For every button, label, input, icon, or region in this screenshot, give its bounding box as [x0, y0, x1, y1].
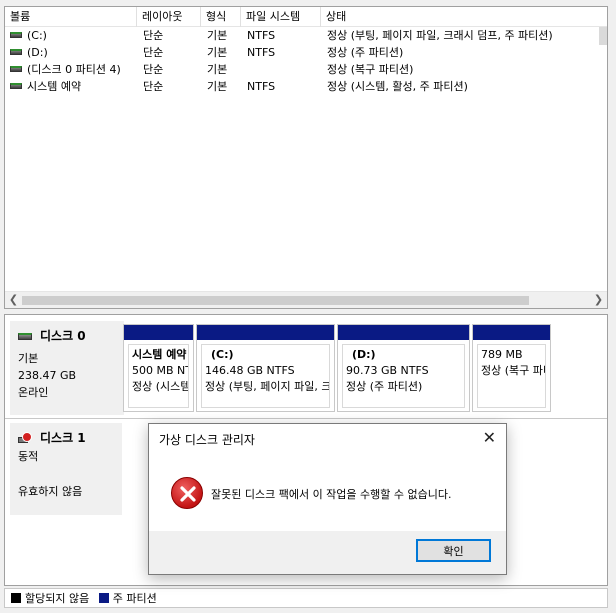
volume-name: (D:) — [27, 46, 48, 59]
volume-status: 정상 (시스템, 활성, 주 파티션) — [327, 80, 468, 93]
volume-filesystem: NTFS — [247, 29, 276, 42]
column-header-layout[interactable]: 레이아웃 — [137, 7, 201, 27]
drive-icon — [10, 49, 22, 55]
dialog-title: 가상 디스크 관리자 — [159, 433, 255, 447]
volume-row[interactable]: (C:) 단순 기본 NTFS 정상 (부팅, 페이지 파일, 크래시 덤프, … — [5, 27, 607, 44]
disk-0-info[interactable]: 디스크 0 기본 238.47 GB 온라인 — [10, 321, 124, 415]
primary-partition-bar — [197, 325, 334, 340]
close-icon[interactable]: ✕ — [483, 428, 496, 447]
legend-label: 할당되지 않음 — [25, 592, 90, 605]
invalid-disk-icon — [18, 432, 32, 445]
partition-status: 정상 (복구 파티션) — [481, 364, 545, 377]
chevron-right-icon[interactable]: ❯ — [590, 292, 607, 309]
volume-filesystem: NTFS — [247, 80, 276, 93]
volume-type: 기본 — [207, 63, 228, 76]
volume-layout: 단순 — [143, 80, 164, 93]
partition-status: 정상 (시스템, 활성, 주 파티션) — [132, 380, 188, 393]
volume-name: 시스템 예약 — [27, 80, 82, 93]
legend-swatch-unallocated — [11, 593, 21, 603]
drive-icon — [10, 83, 22, 89]
horizontal-scrollbar[interactable]: ❮ ❯ — [5, 291, 607, 308]
volume-layout: 단순 — [143, 63, 164, 76]
partition-name: (C:) — [211, 348, 234, 361]
disk-title: 디스크 1 — [40, 431, 86, 445]
disk-state: 유효하지 않음 — [18, 485, 83, 498]
disk-kind: 동적 — [18, 450, 39, 463]
column-header-type[interactable]: 형식 — [201, 7, 241, 27]
drive-icon — [10, 66, 22, 72]
partition-size: 90.73 GB NTFS — [346, 364, 429, 377]
error-icon — [171, 477, 203, 509]
drive-icon — [10, 32, 22, 38]
volume-type: 기본 — [207, 46, 228, 59]
primary-partition-bar — [338, 325, 469, 340]
partition-status: 정상 (주 파티션) — [346, 380, 423, 393]
scrollbar-thumb[interactable] — [22, 296, 529, 305]
partition-name: (D:) — [352, 348, 376, 361]
volume-name: (C:) — [27, 29, 47, 42]
disk-size: 238.47 GB — [18, 369, 77, 382]
volume-list-header: 볼륨 레이아웃 형식 파일 시스템 상태 — [5, 7, 607, 27]
disk-kind: 기본 — [18, 352, 39, 365]
volume-row[interactable]: 시스템 예약 단순 기본 NTFS 정상 (시스템, 활성, 주 파티션) — [5, 78, 607, 95]
column-header-filesystem[interactable]: 파일 시스템 — [241, 7, 321, 27]
partition-size: 500 MB NTFS — [132, 364, 188, 377]
volume-layout: 단순 — [143, 46, 164, 59]
volume-status: 정상 (복구 파티션) — [327, 63, 414, 76]
column-header-status[interactable]: 상태 — [321, 7, 606, 27]
disk-icon — [18, 333, 32, 340]
partition-recovery[interactable]: 789 MB 정상 (복구 파티션) — [472, 324, 551, 412]
volume-type: 기본 — [207, 80, 228, 93]
partition-status: 정상 (부팅, 페이지 파일, 크래시 덤프, 주 파티션) — [205, 380, 329, 393]
column-header-volume[interactable]: 볼륨 — [5, 7, 137, 27]
chevron-left-icon[interactable]: ❮ — [5, 292, 22, 309]
volume-list[interactable]: 볼륨 레이아웃 형식 파일 시스템 상태 (C:) 단순 기본 NTFS 정상 … — [4, 6, 608, 309]
dialog-message: 잘못된 디스크 팩에서 이 작업을 수행할 수 없습니다. — [211, 488, 452, 501]
partition-size: 789 MB — [481, 348, 523, 361]
volume-row[interactable]: (D:) 단순 기본 NTFS 정상 (주 파티션) — [5, 44, 607, 61]
partition-system-reserved[interactable]: 시스템 예약 500 MB NTFS 정상 (시스템, 활성, 주 파티션) — [123, 324, 194, 412]
ok-button[interactable]: 확인 — [416, 539, 491, 562]
volume-status: 정상 (주 파티션) — [327, 46, 404, 59]
legend-swatch-primary — [98, 593, 109, 603]
partition-size: 146.48 GB NTFS — [205, 364, 295, 377]
partition-name: 시스템 예약 — [132, 348, 187, 361]
dialog-footer: 확인 — [149, 531, 506, 574]
volume-type: 기본 — [207, 29, 228, 42]
disk-1-info[interactable]: 디스크 1 동적 유효하지 않음 — [10, 423, 124, 515]
disk-title: 디스크 0 — [40, 329, 86, 343]
primary-partition-bar — [124, 325, 193, 340]
partition-d[interactable]: (D:) 90.73 GB NTFS 정상 (주 파티션) — [337, 324, 470, 412]
volume-filesystem: NTFS — [247, 46, 276, 59]
legend-label: 주 파티션 — [112, 592, 157, 605]
partition-c[interactable]: (C:) 146.48 GB NTFS 정상 (부팅, 페이지 파일, 크래시 … — [196, 324, 335, 412]
legend: 할당되지 않음 주 파티션 — [4, 588, 608, 608]
disk-state: 온라인 — [18, 386, 49, 399]
primary-partition-bar — [473, 325, 550, 340]
divider — [5, 418, 607, 419]
volume-layout: 단순 — [143, 29, 164, 42]
volume-name: (디스크 0 파티션 4) — [27, 63, 121, 76]
volume-status: 정상 (부팅, 페이지 파일, 크래시 덤프, 주 파티션) — [327, 29, 553, 42]
error-dialog: 가상 디스크 관리자 ✕ 잘못된 디스크 팩에서 이 작업을 수행할 수 없습니… — [148, 423, 507, 575]
volume-row[interactable]: (디스크 0 파티션 4) 단순 기본 정상 (복구 파티션) — [5, 61, 607, 78]
